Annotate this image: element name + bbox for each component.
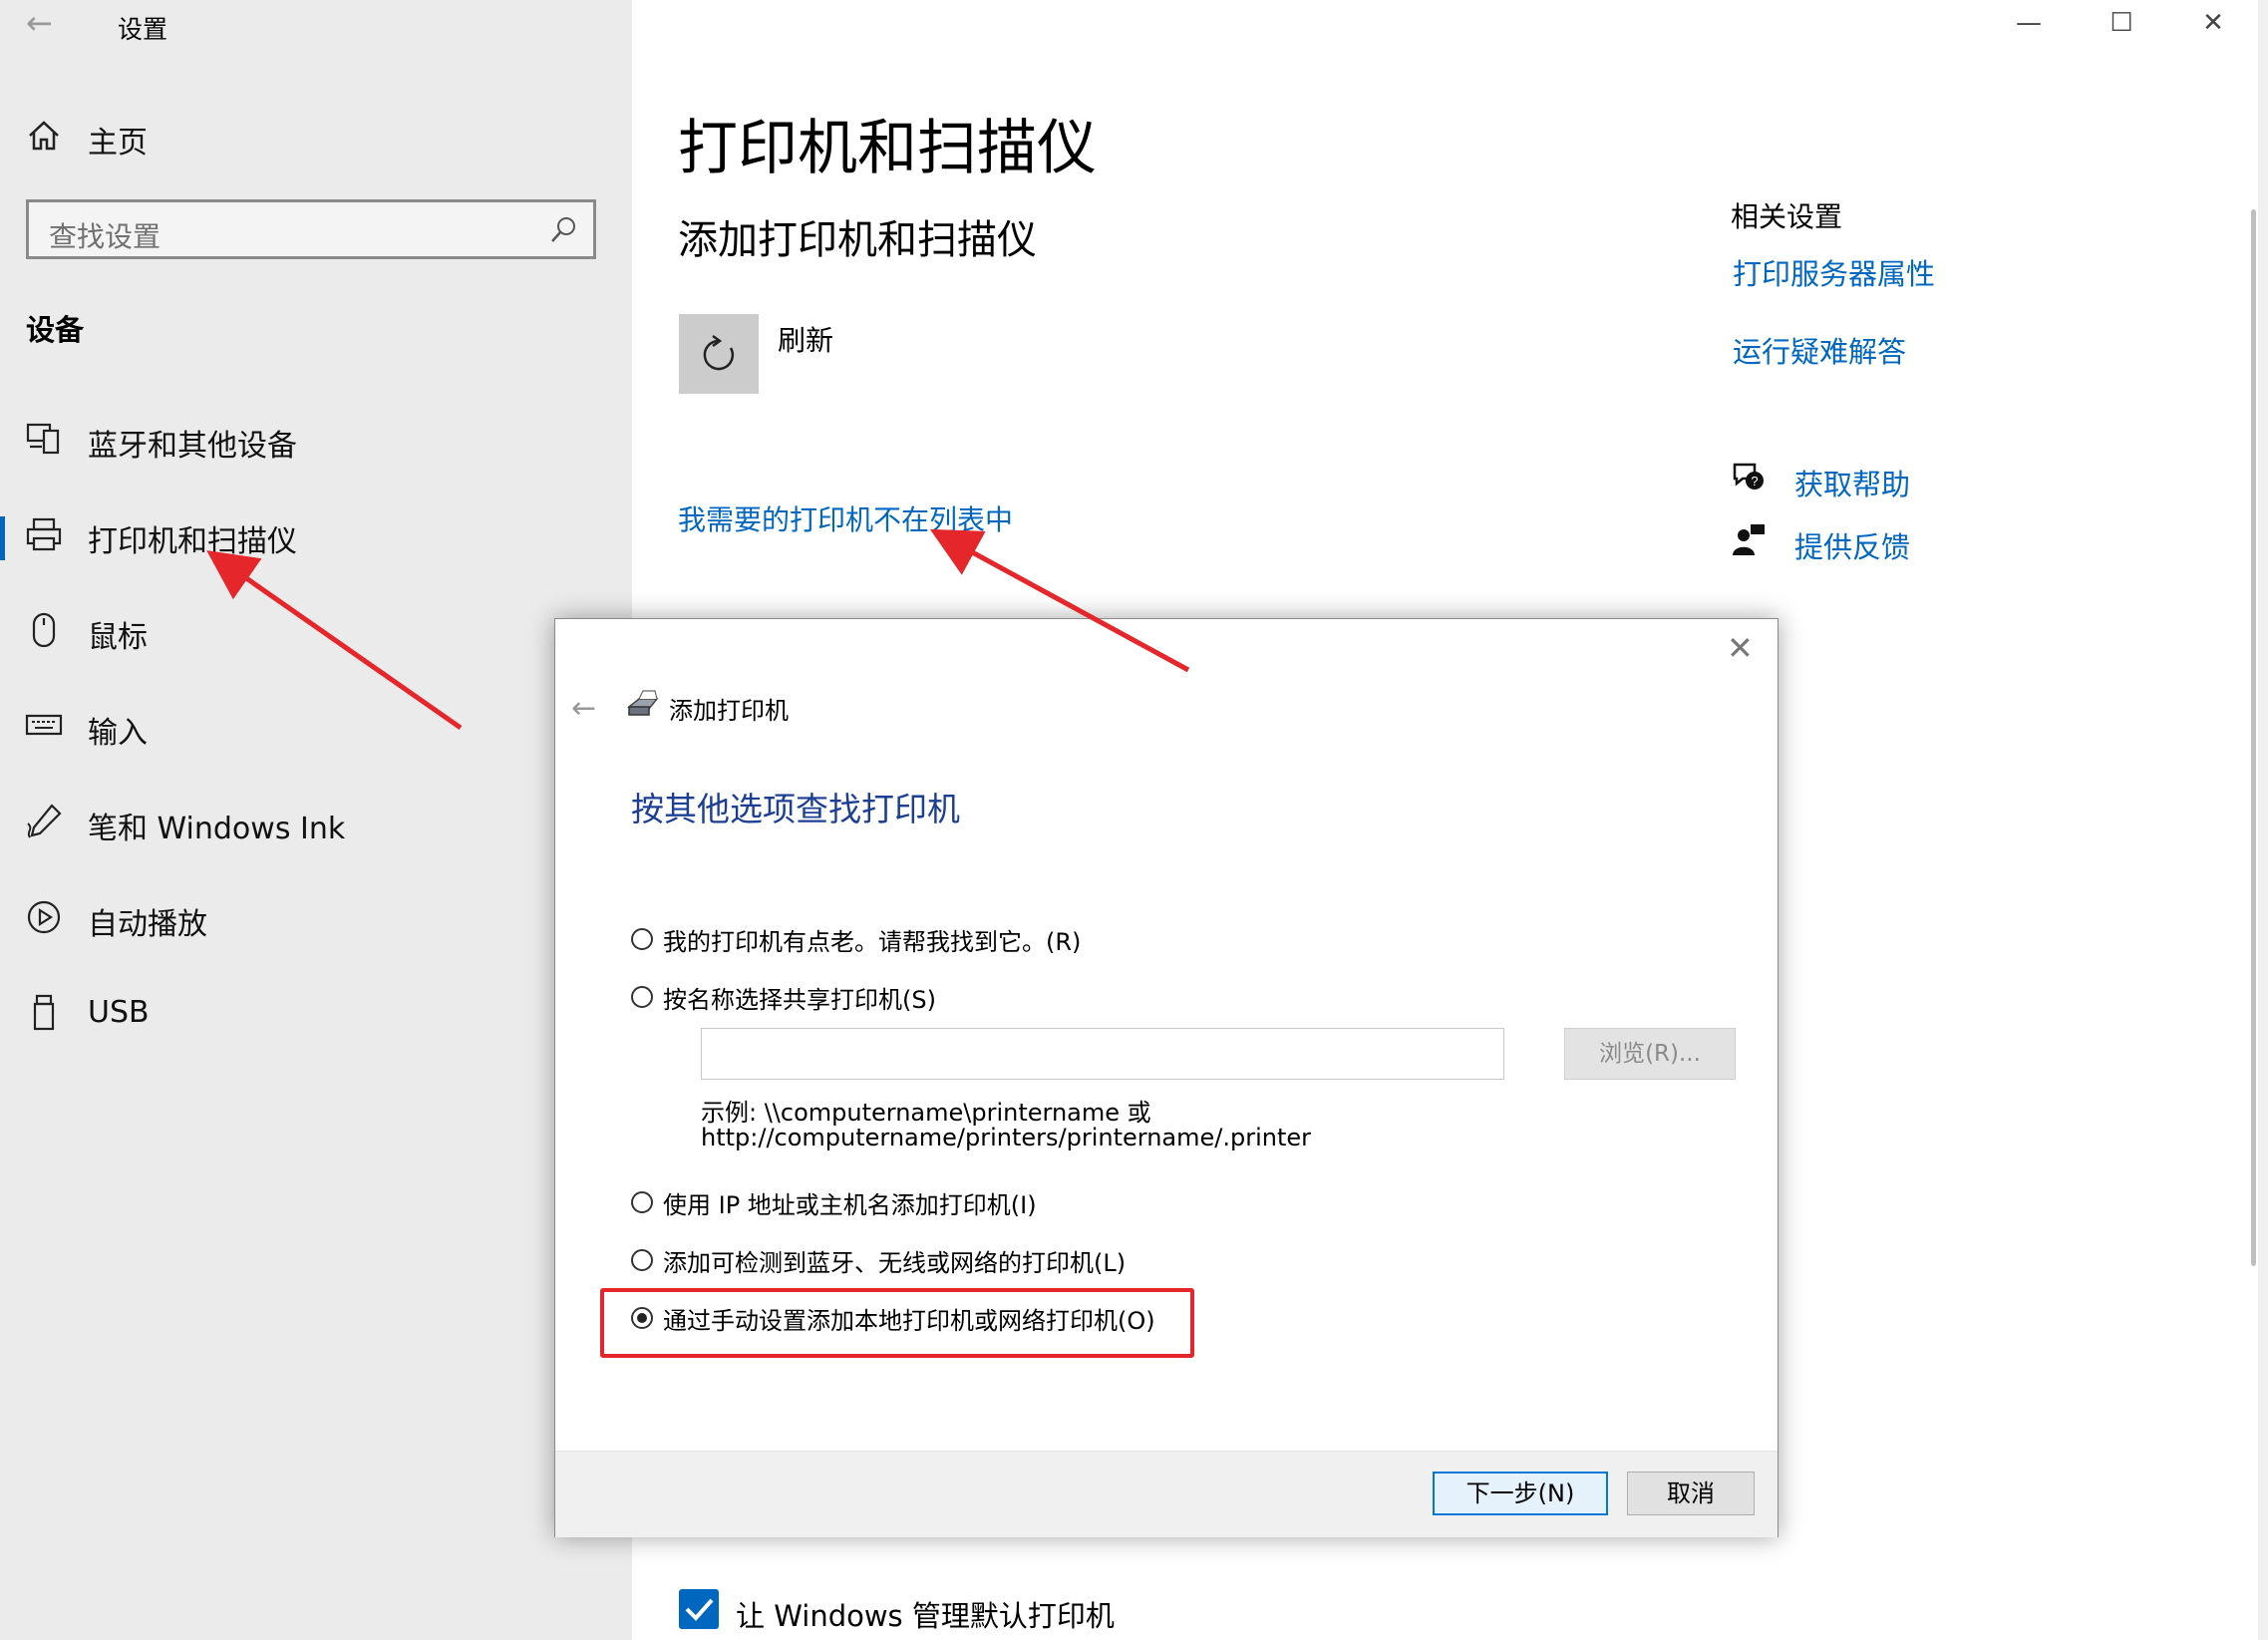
usb-icon: [33, 994, 55, 1031]
refresh-button[interactable]: [679, 314, 759, 394]
default-printer-checkbox[interactable]: [679, 1589, 719, 1629]
section-title-devices: 设备: [26, 313, 85, 347]
run-troubleshooter-link[interactable]: 运行疑难解答: [1733, 329, 1906, 371]
printer-not-listed-link[interactable]: 我需要的打印机不在列表中: [678, 498, 1013, 538]
dialog-title: 添加打印机: [669, 697, 789, 725]
radio-button[interactable]: [631, 928, 653, 950]
sidebar-item-usb[interactable]: USB: [0, 983, 632, 1053]
option-label: 按名称选择共享打印机(S): [663, 986, 936, 1014]
svg-text:?: ?: [1751, 474, 1758, 489]
help-chat-icon: ?: [1733, 463, 1764, 490]
section-subtitle: 添加打印机和扫描仪: [678, 217, 1037, 263]
sidebar-item-mouse[interactable]: 鼠标: [0, 600, 632, 670]
sidebar-item-label: USB: [88, 995, 150, 1030]
minimize-button[interactable]: —: [2009, 8, 2049, 48]
dialog-heading: 按其他选项查找打印机: [631, 790, 960, 828]
sidebar-item-autoplay[interactable]: 自动播放: [0, 887, 632, 957]
back-arrow-icon[interactable]: ←: [26, 4, 53, 42]
maximize-button[interactable]: ☐: [2102, 8, 2141, 48]
pen-icon: [27, 804, 62, 838]
autoplay-icon: [27, 900, 61, 934]
selected-indicator: [0, 516, 5, 560]
option-label: 添加可检测到蓝牙、无线或网络的打印机(L): [663, 1249, 1127, 1277]
search-icon: [551, 217, 575, 242]
mouse-icon: [32, 612, 56, 648]
sidebar-item-label: 输入: [88, 716, 148, 751]
refresh-icon: [703, 334, 735, 371]
radio-button[interactable]: [631, 986, 653, 1008]
example-text-line1: 示例: \\computername\printername 或: [701, 1099, 1151, 1127]
sidebar-home-label: 主页: [88, 126, 148, 161]
scrollbar-track[interactable]: [2258, 0, 2268, 1640]
get-help-link[interactable]: 获取帮助: [1794, 462, 1910, 503]
feedback-icon: [1733, 524, 1765, 555]
bluetooth-devices-icon: [26, 423, 60, 455]
radio-button[interactable]: [631, 1191, 653, 1213]
default-printer-label: 让 Windows 管理默认打印机: [736, 1599, 1115, 1633]
sidebar-item-label: 鼠标: [88, 620, 148, 655]
highlight-box: [600, 1288, 1194, 1358]
sidebar-item-label: 自动播放: [88, 907, 207, 942]
sidebar-item-input[interactable]: 输入: [0, 696, 632, 766]
option-label: 使用 IP 地址或主机名添加打印机(I): [663, 1191, 1037, 1219]
dialog-back-arrow-icon[interactable]: ←: [571, 691, 596, 726]
dialog-close-button[interactable]: ✕: [1727, 629, 1754, 667]
sidebar-home[interactable]: 主页: [0, 106, 632, 175]
window-title: 设置: [118, 15, 168, 44]
add-printer-dialog: ✕ ← 添加打印机 按其他选项查找打印机 我的打印机有点老。请帮我找到它。(R)…: [554, 618, 1779, 1537]
shared-printer-name-input[interactable]: [701, 1028, 1504, 1080]
search-input[interactable]: 查找设置: [26, 199, 596, 259]
page-title: 打印机和扫描仪: [678, 114, 1097, 183]
sidebar: ← 设置 主页 查找设置 设备 蓝牙和其他设备 打印机和扫描仪 鼠标 输入 笔和…: [0, 0, 632, 1640]
sidebar-item-bluetooth[interactable]: 蓝牙和其他设备: [0, 409, 632, 479]
scrollbar-thumb[interactable]: [2251, 209, 2256, 1266]
sidebar-item-printers[interactable]: 打印机和扫描仪: [0, 504, 632, 574]
printer-icon: [26, 517, 62, 551]
sidebar-item-pen[interactable]: 笔和 Windows Ink: [0, 792, 632, 861]
print-server-properties-link[interactable]: 打印服务器属性: [1733, 251, 1935, 293]
search-placeholder: 查找设置: [49, 220, 162, 253]
close-button[interactable]: ✕: [2193, 8, 2233, 48]
browse-button[interactable]: 浏览(R)...: [1564, 1028, 1736, 1080]
give-feedback-link[interactable]: 提供反馈: [1794, 524, 1910, 566]
related-settings-title: 相关设置: [1731, 200, 1843, 233]
next-button[interactable]: 下一步(N): [1433, 1472, 1608, 1515]
sidebar-item-label: 打印机和扫描仪: [88, 524, 297, 559]
cancel-button[interactable]: 取消: [1627, 1472, 1755, 1515]
checkmark-icon: [685, 1598, 714, 1621]
radio-button[interactable]: [631, 1249, 653, 1271]
sidebar-item-label: 笔和 Windows Ink: [88, 812, 346, 846]
home-icon: [29, 121, 59, 151]
example-text-line2: http://computername/printers/printername…: [701, 1124, 1312, 1151]
option-label: 我的打印机有点老。请帮我找到它。(R): [663, 928, 1082, 956]
refresh-label: 刷新: [778, 324, 834, 357]
dialog-footer: 下一步(N) 取消: [555, 1451, 1778, 1537]
add-printer-icon: [627, 690, 659, 716]
sidebar-item-label: 蓝牙和其他设备: [88, 429, 297, 464]
keyboard-icon: [25, 714, 63, 736]
